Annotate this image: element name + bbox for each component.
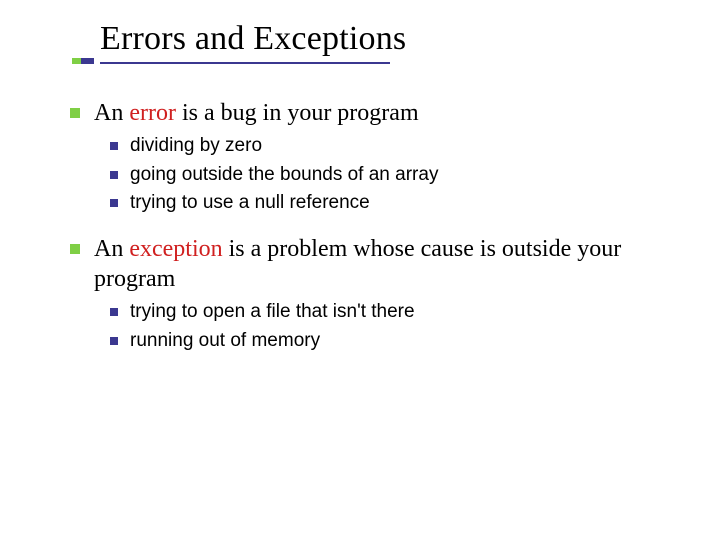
text: trying to use a null reference <box>130 191 370 216</box>
point-exception: An exception is a problem whose cause is… <box>70 234 680 353</box>
text: trying to open a file that isn't there <box>130 300 415 325</box>
bullet-square-icon <box>110 308 118 316</box>
list-item: going outside the bounds of an array <box>110 163 680 188</box>
title-block: Errors and Exceptions <box>100 20 680 64</box>
title-accent-icon <box>72 58 94 64</box>
point-error-text: An error is a bug in your program <box>94 98 419 128</box>
bullet-square-icon <box>110 142 118 150</box>
slide: Errors and Exceptions An error is a bug … <box>0 0 720 540</box>
body: An error is a bug in your program dividi… <box>70 92 680 371</box>
code-null: null <box>255 192 285 213</box>
bullet-square-icon <box>110 171 118 179</box>
bullet-square-icon <box>70 244 80 254</box>
text: dividing by zero <box>130 134 262 159</box>
point-exception-text: An exception is a problem whose cause is… <box>94 234 680 294</box>
title-underline <box>100 62 390 64</box>
point-error: An error is a bug in your program dividi… <box>70 98 680 216</box>
bullet-square-icon <box>110 337 118 345</box>
list-item: dividing by zero <box>110 134 680 159</box>
keyword-error: error <box>129 100 176 126</box>
list-item: An exception is a problem whose cause is… <box>70 234 680 294</box>
bullet-square-icon <box>110 199 118 207</box>
text: reference <box>284 192 370 213</box>
page-title: Errors and Exceptions <box>100 20 680 58</box>
text: is a bug in your program <box>176 100 419 126</box>
list-item: running out of memory <box>110 329 680 354</box>
sublist-error: dividing by zero going outside the bound… <box>110 134 680 216</box>
text: running out of memory <box>130 329 320 354</box>
list-item: trying to use a null reference <box>110 191 680 216</box>
bullet-square-icon <box>70 108 80 118</box>
list-item: trying to open a file that isn't there <box>110 300 680 325</box>
sublist-exception: trying to open a file that isn't there r… <box>110 300 680 353</box>
text: trying to use a <box>130 192 255 213</box>
text: An <box>94 236 129 262</box>
text: going outside the bounds of an array <box>130 163 438 188</box>
text: An <box>94 100 129 126</box>
keyword-exception: exception <box>129 236 222 262</box>
list-item: An error is a bug in your program <box>70 98 680 128</box>
